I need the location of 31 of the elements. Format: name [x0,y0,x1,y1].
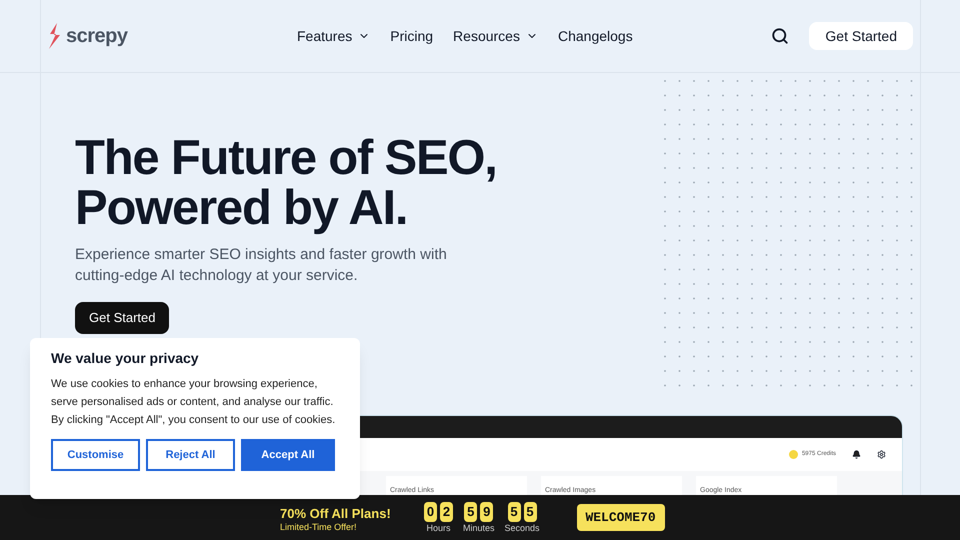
nav-link[interactable]: Resources [453,26,538,46]
bell-icon[interactable] [852,450,861,459]
countdown-digit: 5 [464,502,478,522]
countdown-unit: Minutes [463,522,495,534]
countdown-digit: 9 [480,502,494,522]
countdown-digit: 2 [440,502,453,522]
search-icon[interactable] [771,27,790,45]
coupon-code-button[interactable]: WELCOME70 [576,504,665,531]
countdown-digit: 5 [508,502,521,522]
cookie-button[interactable]: Customise [51,439,140,471]
nav-link[interactable]: Changelogs [558,26,633,46]
cookie-text: We use cookies to enhance your browsing experience, serve personalised ads or content, and analyse our traffic. By clicking "Accept All", you consent to our use of cookies. [51,377,336,428]
logo-text: screpy [66,24,128,49]
logo-icon [48,23,62,49]
countdown-unit: Hours [426,522,450,534]
promo-subline: Limited-Time Offer! [280,521,358,534]
nav-link[interactable]: Pricing [390,26,434,46]
countdown-unit: Seconds [504,522,540,534]
get-started-button[interactable]: Get Started [809,22,913,50]
countdown-digit: 5 [524,502,537,522]
hero-title: The Future of SEO, Powered by AI. [75,133,498,233]
nav-link[interactable]: Features [297,26,370,46]
settings-icon[interactable] [877,450,886,459]
hero-get-started-button[interactable]: Get Started [75,302,170,334]
cookie-title: We value your privacy [51,349,200,367]
promo-headline: 70% Off All Plans! [280,506,392,522]
countdown-digit: 0 [424,502,437,522]
coin-icon [788,450,798,459]
cookie-button[interactable]: Accept All [241,439,335,471]
cookie-button[interactable]: Reject All [146,439,235,471]
hero-subtitle: Experience smarter SEO insights and faster growth with cutting-edge AI technology at your service. [75,245,448,286]
